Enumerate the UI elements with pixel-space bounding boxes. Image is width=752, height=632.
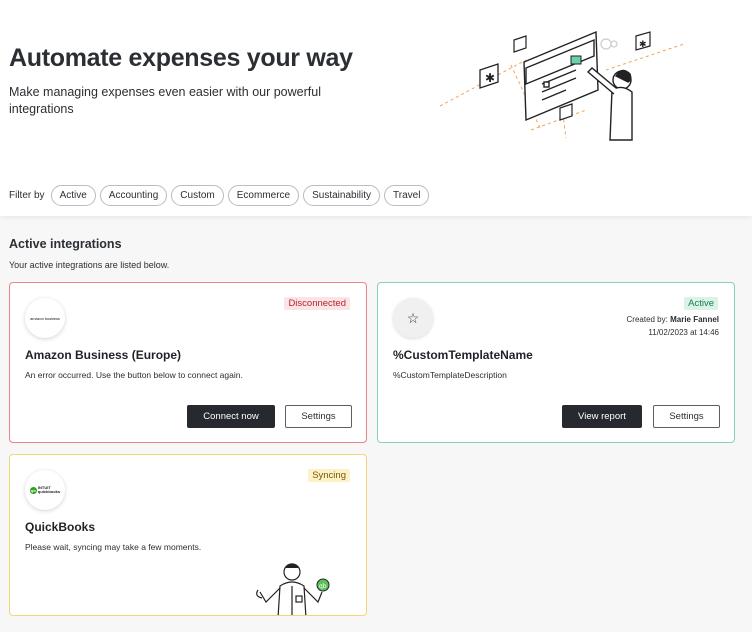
integration-card-quickbooks: qb INTUIT quickbooks Syncing QuickBooks … (9, 454, 367, 616)
filter-label: Filter by (9, 189, 45, 201)
amazon-business-logo: amazon business (25, 298, 65, 338)
card-description: %CustomTemplateDescription (393, 370, 507, 380)
syncing-person-illustration: qb (256, 563, 330, 615)
filter-bar: Filter by Active Accounting Custom Ecomm… (9, 184, 430, 206)
connect-now-button[interactable]: Connect now (187, 405, 275, 428)
quickbooks-icon: qb (29, 486, 37, 494)
integration-card-amazon: amazon business Disconnected Amazon Busi… (9, 282, 367, 443)
created-by-name: Marie Fannel (670, 315, 719, 324)
section-title: Active integrations (9, 237, 122, 251)
star-icon: ☆ (406, 309, 420, 326)
hero-banner: Automate expenses your way Make managing… (0, 0, 752, 216)
card-title: %CustomTemplateName (393, 348, 533, 362)
page-subtitle: Make managing expenses even easier with … (9, 85, 321, 116)
status-badge: Active (684, 297, 718, 310)
filter-chip-active[interactable]: Active (50, 184, 96, 206)
filter-chip-custom[interactable]: Custom (171, 184, 224, 206)
status-badge: Disconnected (284, 297, 350, 310)
card-title: QuickBooks (25, 520, 96, 534)
integration-card-custom: ☆ Active Created by: Marie Fannel 11/02/… (377, 282, 735, 443)
svg-text:✱: ✱ (639, 40, 647, 50)
quickbooks-logo: qb INTUIT quickbooks (25, 470, 65, 510)
card-description: Please wait, syncing may take a few mome… (25, 542, 202, 552)
svg-text:✱: ✱ (485, 71, 495, 85)
svg-text:qb: qb (319, 583, 327, 590)
quickbooks-logo-text-2: quickbooks (37, 489, 61, 494)
hero-illustration: ✱ ✱ (439, 30, 685, 141)
status-badge: Syncing (308, 469, 350, 482)
card-description: An error occurred. Use the button below … (25, 370, 243, 380)
section-subtitle: Your active integrations are listed belo… (9, 260, 170, 270)
page-title: Automate expenses your way (9, 44, 353, 72)
settings-button[interactable]: Settings (653, 405, 720, 428)
created-by-label: Created by: (626, 315, 668, 324)
amazon-logo-text: amazon business (30, 315, 60, 321)
filter-chip-sustainability[interactable]: Sustainability (303, 184, 381, 206)
created-date: 11/02/2023 at 14:46 (648, 328, 719, 337)
view-report-button[interactable]: View report (562, 405, 642, 428)
filter-chip-travel[interactable]: Travel (384, 184, 430, 206)
filter-chip-ecommerce[interactable]: Ecommerce (227, 184, 300, 206)
created-info: Created by: Marie Fannel 11/02/2023 at 1… (627, 313, 720, 339)
settings-button[interactable]: Settings (285, 405, 352, 428)
custom-template-logo: ☆ (393, 298, 433, 338)
filter-chip-accounting[interactable]: Accounting (99, 184, 168, 206)
card-title: Amazon Business (Europe) (25, 348, 182, 362)
